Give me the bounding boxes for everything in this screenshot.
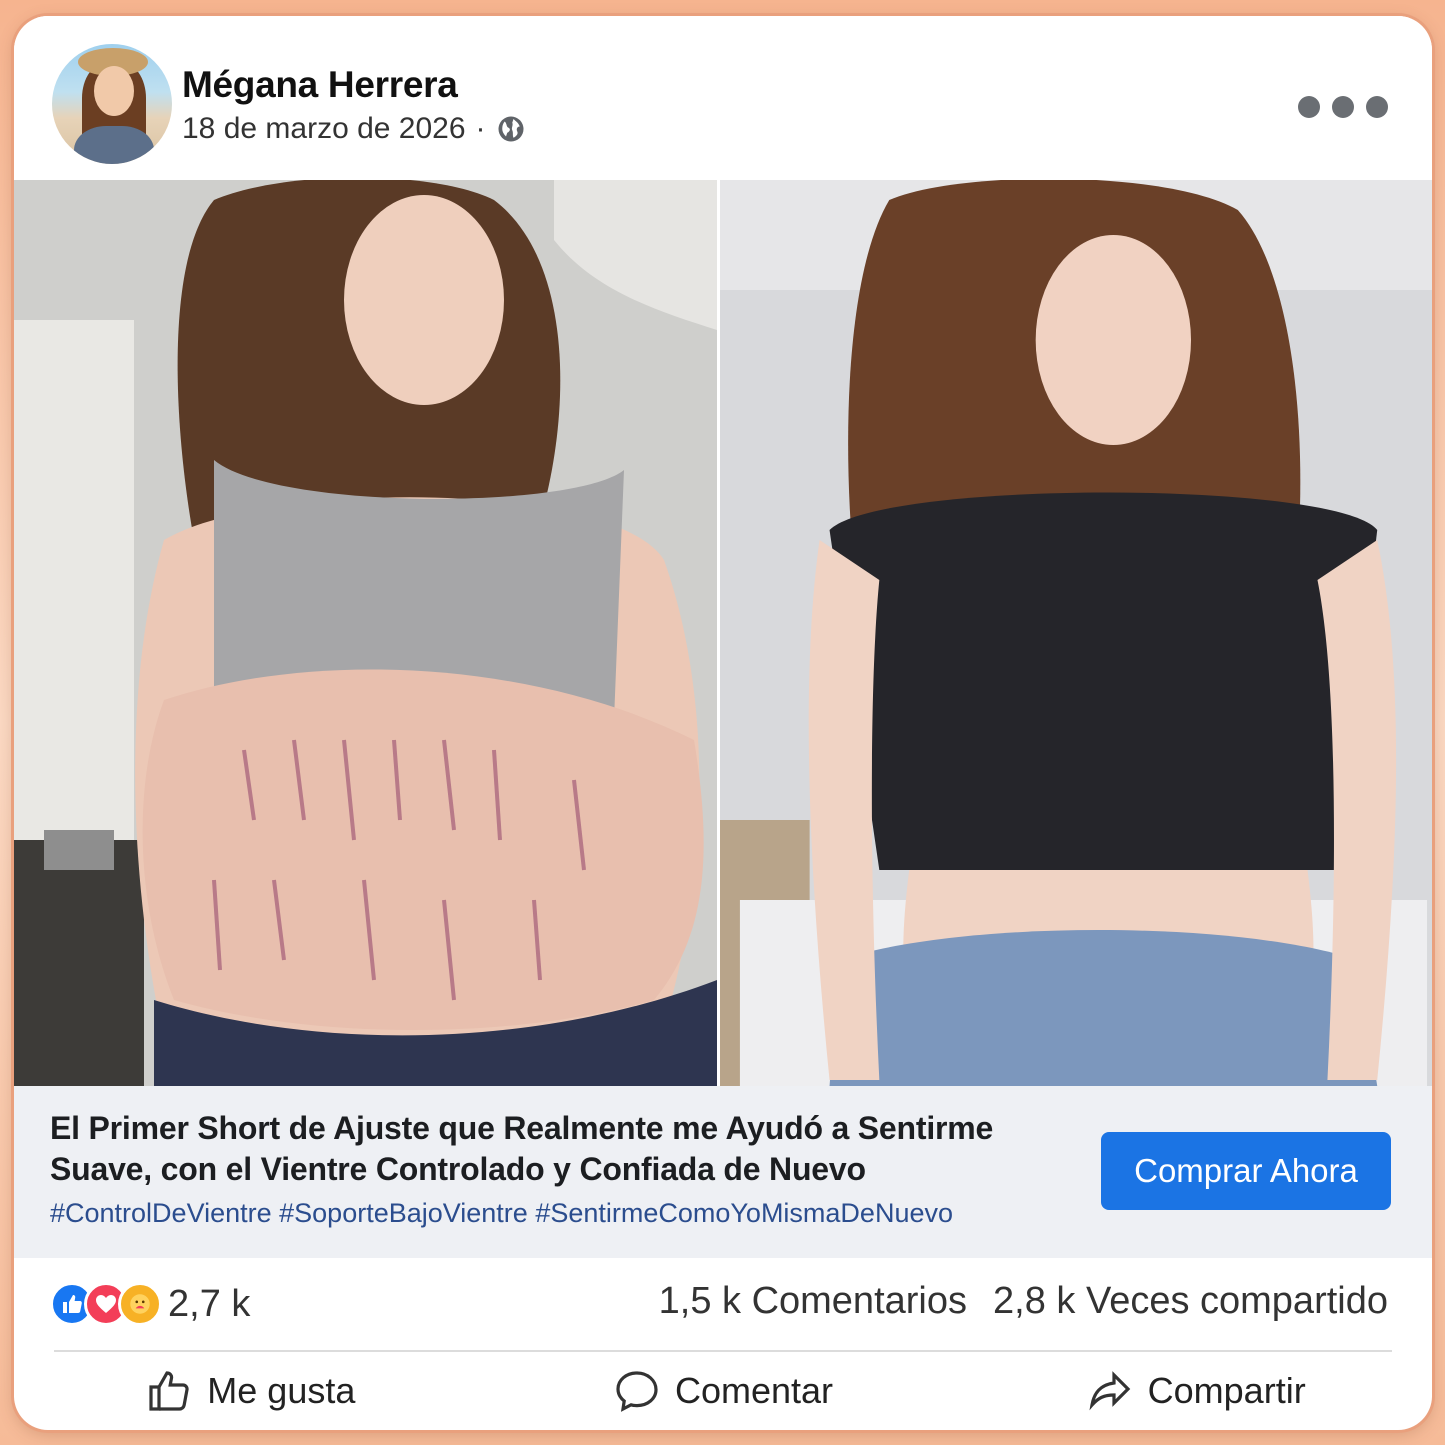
more-options-icon[interactable]: [1298, 96, 1388, 118]
share-label: Compartir: [1147, 1370, 1306, 1411]
reactions-summary[interactable]: 2,7 k: [50, 1282, 250, 1326]
ad-banner: El Primer Short de Ajuste que Realmente …: [14, 1086, 1432, 1258]
meta-separator: ·: [475, 112, 486, 145]
share-button[interactable]: Compartir: [959, 1352, 1432, 1430]
comment-button[interactable]: Comentar: [487, 1352, 960, 1430]
reaction-count: 2,7 k: [168, 1282, 251, 1325]
care-icon: [118, 1282, 162, 1326]
like-button[interactable]: Me gusta: [14, 1352, 487, 1430]
globe-icon: [498, 116, 524, 142]
post-header: Mégana Herrera 18 de marzo de 2026 ·: [14, 16, 1432, 180]
engagement-counts: 1,5 k Comentarios 2,8 k Veces compartido: [659, 1280, 1388, 1323]
post-date[interactable]: 18 de marzo de 2026: [182, 112, 466, 146]
like-label: Me gusta: [207, 1370, 356, 1411]
comment-icon: [616, 1371, 658, 1412]
shares-count[interactable]: 2,8 k Veces compartido: [993, 1280, 1388, 1323]
before-photo[interactable]: [14, 180, 717, 1086]
post-stats: 2,7 k 1,5 k Comentarios 2,8 k Veces comp…: [14, 1258, 1432, 1350]
shop-now-button[interactable]: Comprar Ahora: [1101, 1132, 1391, 1210]
post-meta: 18 de marzo de 2026 ·: [182, 112, 526, 146]
share-icon: [1089, 1371, 1130, 1411]
comment-label: Comentar: [674, 1370, 834, 1411]
ad-headline[interactable]: El Primer Short de Ajuste que Realmente …: [50, 1108, 1080, 1190]
author-name[interactable]: Mégana Herrera: [182, 64, 458, 106]
action-bar: Me gusta Comentar Compartir: [14, 1352, 1432, 1430]
post-photos[interactable]: [14, 180, 1432, 1086]
thumbs-up-icon: [149, 1371, 189, 1411]
after-photo[interactable]: [717, 180, 1432, 1086]
facebook-post-card: Mégana Herrera 18 de marzo de 2026 · El …: [14, 16, 1432, 1430]
comments-count[interactable]: 1,5 k Comentarios: [659, 1280, 967, 1323]
avatar[interactable]: [52, 44, 172, 164]
ad-hashtags[interactable]: #ControlDeVientre #SoporteBajoVientre #S…: [50, 1198, 953, 1229]
